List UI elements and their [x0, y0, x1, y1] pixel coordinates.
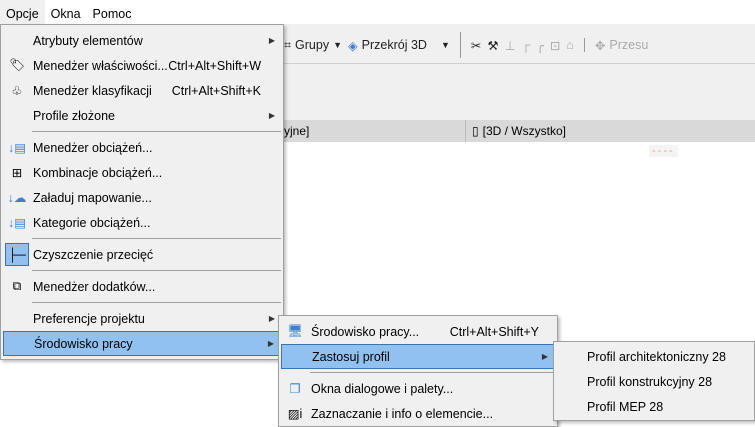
- menu-item-label: Załaduj mapowanie...: [33, 190, 152, 205]
- tab-section[interactable]: yjne]: [284, 120, 309, 142]
- chevron-down-icon: ▼: [333, 40, 343, 50]
- menu-item-property-manager[interactable]: 🏷 Menedżer właściwości... Ctrl+Alt+Shift+W: [3, 53, 281, 78]
- menu-item-label: Kombinacje obciążeń...: [33, 165, 163, 180]
- menu-pomoc[interactable]: Pomoc: [87, 0, 138, 24]
- menu-item-label: Kategorie obciążeń...: [33, 215, 151, 230]
- submenu-arrow-icon: ▶: [267, 339, 274, 348]
- menu-item-project-preferences[interactable]: Preferencje projektu ▶: [3, 306, 281, 331]
- menu-item-label: Menedżer klasyfikacji: [33, 83, 152, 98]
- options-menu: Atrybuty elementów ▶ 🏷 Menedżer właściwośc…: [0, 24, 284, 360]
- menu-item-work-environment-dialog[interactable]: 🖥 Środowisko pracy... Ctrl+Alt+Shift+Y: [281, 319, 555, 344]
- windows-icon: ❐: [289, 382, 301, 396]
- menu-item-dialogs-palettes[interactable]: ❐ Okna dialogowe i palety...: [281, 376, 555, 401]
- shortcut-label: Ctrl+Alt+Shift+W: [168, 58, 261, 73]
- menu-item-label: Menedżer obciążeń...: [33, 140, 153, 155]
- elevate-icon[interactable]: ⊥: [505, 38, 516, 53]
- menu-item-label: Okna dialogowe i palety...: [311, 381, 454, 396]
- menu-item-classification-manager[interactable]: ♧ Menedżer klasyfikacji Ctrl+Alt+Shift+K: [3, 78, 281, 103]
- menu-item-label: Profil MEP 28: [587, 399, 664, 414]
- move-button[interactable]: ✥ Przesu: [595, 38, 648, 53]
- puzzle-icon: ⧉: [12, 279, 22, 293]
- toolbar-divider-line: [284, 63, 755, 64]
- menu-item-load-combinations[interactable]: ⊞ Kombinacje obciążeń...: [3, 160, 281, 185]
- tab-label: yjne]: [284, 124, 310, 138]
- shortcut-label: Ctrl+Alt+Shift+K: [171, 83, 261, 98]
- menu-separator: [310, 372, 555, 373]
- tab-divider: [465, 120, 466, 142]
- menu-item-label: Czyszczenie przecięć: [33, 247, 154, 262]
- submenu-arrow-icon: ▶: [268, 314, 275, 323]
- load-manager-icon: ↓▤: [7, 141, 27, 155]
- move-label: Przesu: [609, 38, 649, 52]
- submenu-arrow-icon: ▶: [541, 352, 548, 361]
- chevron-down-icon: ▼: [440, 40, 450, 50]
- menu-separator: [32, 270, 281, 271]
- menu-opcje[interactable]: Opcje: [0, 0, 45, 24]
- work-environment-submenu: 🖥 Środowisko pracy... Ctrl+Alt+Shift+Y Zas…: [278, 315, 558, 427]
- menu-item-load-mapping[interactable]: ↓☁ Załaduj mapowanie...: [3, 185, 281, 210]
- magic-wand-icon[interactable]: ⚒: [487, 38, 498, 53]
- menu-item-work-environment[interactable]: Środowisko pracy ▶: [3, 331, 281, 356]
- section-3d-label: Przekrój 3D: [361, 38, 427, 52]
- toolbar-divider: [583, 38, 585, 52]
- menu-item-label: Profil konstrukcyjny 28: [587, 374, 713, 389]
- menu-item-profile-architectural[interactable]: Profil architektoniczny 28: [556, 344, 752, 369]
- cube-icon: ▯: [472, 124, 479, 138]
- menu-item-label: Menedżer dodatków...: [33, 279, 156, 294]
- menu-item-selection-info[interactable]: ▨i Zaznaczanie i info o elemencie...: [281, 401, 555, 426]
- apply-profile-submenu: Profil architektoniczny 28 Profil konstr…: [553, 341, 755, 421]
- menu-item-label: Atrybuty elementów: [33, 33, 143, 48]
- fillet-icon[interactable]: ╭: [536, 38, 544, 53]
- menu-okna[interactable]: Okna: [45, 0, 87, 24]
- monitor-gear-icon: 🖥: [287, 324, 303, 338]
- toolbar-divider: [459, 32, 461, 58]
- menu-item-label: Menedżer właściwości...: [33, 58, 168, 73]
- menu-item-load-manager[interactable]: ↓▤ Menedżer obciążeń...: [3, 135, 281, 160]
- menu-separator: [32, 131, 281, 132]
- tab-3d[interactable]: ▯ [3D / Wszystko]: [472, 120, 566, 142]
- menu-item-label: Środowisko pracy: [34, 336, 133, 351]
- selection-info-icon: ▨i: [287, 407, 303, 421]
- menu-item-composite-profiles[interactable]: Profile złożone ▶: [3, 103, 281, 128]
- groups-button[interactable]: ⌗ Grupy ▼: [284, 38, 342, 53]
- menu-item-profile-mep[interactable]: Profil MEP 28: [556, 394, 752, 419]
- menu-item-element-attributes[interactable]: Atrybuty elementów ▶: [3, 28, 281, 53]
- load-mapping-icon: ↓☁: [7, 191, 27, 205]
- submenu-arrow-icon: ▶: [268, 36, 275, 45]
- menu-separator: [32, 238, 281, 239]
- intersection-cleanup-icon: ├─: [5, 243, 29, 266]
- submenu-arrow-icon: ▶: [268, 111, 275, 120]
- menu-item-apply-profile[interactable]: Zastosuj profil ▶: [281, 344, 555, 369]
- menu-item-label: Profil architektoniczny 28: [587, 349, 726, 364]
- status-indicator: ----: [649, 145, 678, 157]
- toolbar: ⌗ Grupy ▼ ◈ Przekrój 3D ▼ ✂ ⚒ ⊥ ┌ ╭ ⊡ ⌂ ✥ Prz…: [284, 32, 648, 58]
- menu-item-label: Zastosuj profil: [312, 349, 390, 364]
- tree-icon: ♧: [11, 84, 23, 98]
- scissors-icon[interactable]: ✂: [471, 38, 481, 53]
- corner-icon[interactable]: ┌: [521, 38, 530, 52]
- move-icon: ✥: [594, 38, 606, 53]
- menu-item-addon-manager[interactable]: ⧉ Menedżer dodatków...: [3, 274, 281, 299]
- load-category-icon: ↓▤: [7, 216, 27, 230]
- menu-item-label: Środowisko pracy...: [311, 324, 420, 339]
- roof-icon[interactable]: ⌂: [566, 38, 574, 52]
- load-combination-icon: ⊞: [11, 166, 23, 180]
- menu-item-load-categories[interactable]: ↓▤ Kategorie obciążeń...: [3, 210, 281, 235]
- group-icon: ⌗: [284, 37, 292, 52]
- resize-icon[interactable]: ⊡: [550, 38, 560, 53]
- menu-item-label: Preferencje projektu: [33, 311, 145, 326]
- menu-item-intersection-cleanup[interactable]: ├─ Czyszczenie przecięć: [3, 242, 281, 267]
- shortcut-label: Ctrl+Alt+Shift+Y: [449, 324, 539, 339]
- menu-item-label: Profile złożone: [33, 108, 115, 123]
- menu-item-label: Zaznaczanie i info o elemencie...: [311, 406, 494, 421]
- menu-item-profile-structural[interactable]: Profil konstrukcyjny 28: [556, 369, 752, 394]
- tag-icon: 🏷: [9, 58, 25, 72]
- menu-bar: Opcje Okna Pomoc: [0, 0, 755, 24]
- tab-label: [3D / Wszystko]: [482, 124, 566, 138]
- section-3d-button[interactable]: ◈ Przekrój 3D ▼: [348, 38, 450, 53]
- section-3d-icon: ◈: [348, 38, 358, 53]
- menu-separator: [32, 302, 281, 303]
- groups-label: Grupy: [295, 38, 330, 52]
